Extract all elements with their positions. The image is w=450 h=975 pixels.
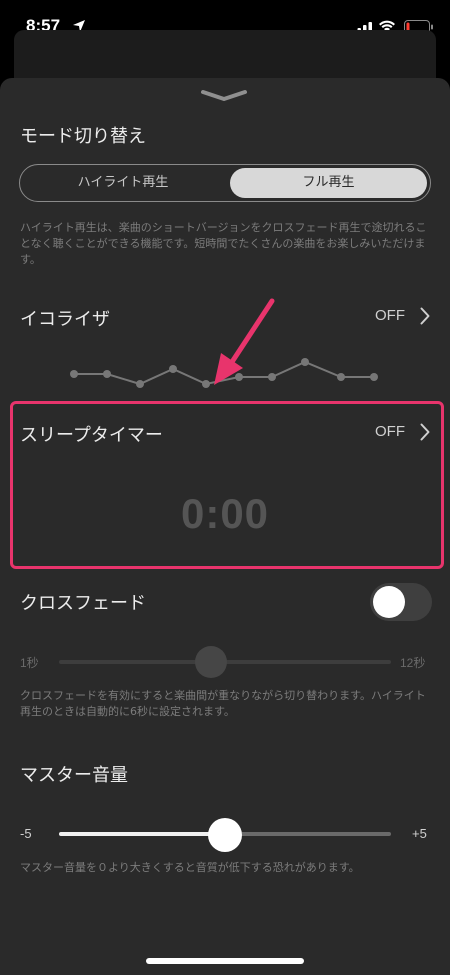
volume-max-label: +5: [412, 826, 427, 841]
mode-segmented-control[interactable]: ハイライト再生 フル再生: [19, 164, 431, 202]
crossfade-toggle[interactable]: [370, 583, 432, 621]
sleep-timer-display: 0:00: [180, 490, 270, 537]
home-indicator[interactable]: [146, 958, 304, 964]
crossfade-note: クロスフェードを有効にすると楽曲間が重なりながら切り替わります。ハイライト再生の…: [20, 689, 426, 718]
chevron-right-icon[interactable]: [420, 307, 430, 329]
chevron-right-icon[interactable]: [420, 423, 430, 445]
volume-slider-track[interactable]: [225, 832, 391, 836]
crossfade-min-label: 1秒: [20, 656, 39, 670]
full-mode-option[interactable]: フル再生: [230, 168, 427, 198]
crossfade-slider-thumb[interactable]: [195, 646, 227, 678]
chevron-down-icon[interactable]: [200, 88, 248, 107]
volume-slider-thumb[interactable]: [208, 818, 242, 852]
highlight-mode-option[interactable]: ハイライト再生: [20, 165, 226, 201]
equalizer-value[interactable]: OFF: [375, 307, 405, 324]
crossfade-title: クロスフェード: [20, 593, 146, 614]
mode-switch-note: ハイライト再生は、楽曲のショートバージョンをクロスフェード再生で途切れることなく…: [20, 221, 427, 266]
equalizer-title[interactable]: イコライザ: [20, 305, 110, 331]
sleep-timer-value[interactable]: OFF: [375, 423, 405, 440]
master-volume-title: マスター音量: [20, 765, 128, 786]
volume-min-label: -5: [20, 826, 32, 841]
toggle-knob: [373, 586, 405, 618]
crossfade-max-label: 12秒: [400, 656, 426, 670]
sleep-timer-title[interactable]: スリープタイマー: [20, 421, 163, 447]
master-volume-note: マスター音量を０より大きくすると音質が低下する恐れがあります。: [20, 861, 360, 874]
annotation-arrow-icon: [214, 298, 275, 385]
volume-slider-filled[interactable]: [59, 832, 225, 836]
mode-switch-title: モード切り替え: [20, 126, 146, 147]
